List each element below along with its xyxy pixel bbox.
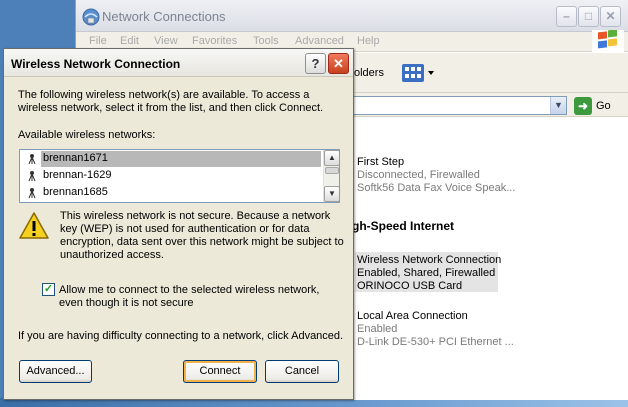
- close-button[interactable]: ✕: [600, 6, 621, 27]
- wireless-antenna-icon: [28, 171, 36, 182]
- scroll-thumb[interactable]: [325, 167, 339, 174]
- allow-connect-line-2[interactable]: even though it is not secure: [59, 297, 194, 310]
- wireless-antenna-icon: [28, 154, 36, 165]
- network-name: brennan-1629: [43, 169, 112, 181]
- conn-lan-status: Enabled: [357, 323, 398, 335]
- go-arrow-icon[interactable]: ➜: [574, 97, 592, 115]
- difficulty-text: If you are having difficulty connecting …: [18, 330, 344, 342]
- warning-line-3: encryption, data sent over this network …: [60, 236, 344, 248]
- group-heading: gh-Speed Internet: [352, 219, 455, 233]
- available-networks-label: Available wireless networks:: [18, 129, 156, 141]
- network-item[interactable]: brennan1685: [22, 185, 323, 201]
- menu-file[interactable]: File: [89, 35, 107, 47]
- address-dropdown-icon[interactable]: ▼: [550, 97, 566, 114]
- warning-line-2: key (WEP) is not used for authentication…: [60, 223, 310, 235]
- network-item[interactable]: brennan1671: [22, 151, 323, 167]
- advanced-button[interactable]: Advanced...: [19, 360, 92, 383]
- conn-wireless-title: Wireless Network Connection: [357, 254, 502, 266]
- help-button[interactable]: ?: [305, 53, 326, 74]
- network-name: brennan1685: [43, 186, 108, 198]
- warning-line-1: This wireless network is not secure. Bec…: [60, 210, 331, 222]
- nc-window-title: Network Connections: [102, 9, 226, 24]
- network-list-scrollbar[interactable]: ▲ ▼: [323, 150, 339, 202]
- conn-lan-title[interactable]: Local Area Connection: [357, 310, 468, 322]
- network-item[interactable]: brennan-1629: [22, 168, 323, 184]
- views-icon[interactable]: [400, 62, 436, 84]
- dialog-titlebar: Wireless Network Connection ? ✕: [4, 49, 353, 77]
- wireless-connection-dialog: Wireless Network Connection ? ✕ The foll…: [3, 48, 354, 400]
- checkmark-icon: ✓: [43, 283, 54, 295]
- folders-button-label[interactable]: olders: [354, 67, 384, 79]
- network-connections-icon: [82, 8, 100, 26]
- warning-icon: [19, 212, 49, 239]
- warning-line-4: unauthorized access.: [60, 249, 164, 261]
- menu-favorites[interactable]: Favorites: [192, 35, 237, 47]
- conn-lan-device: D-Link DE-530+ PCI Ethernet ...: [357, 336, 514, 348]
- network-name: brennan1671: [41, 151, 321, 167]
- intro-line-1: The following wireless network(s) are av…: [18, 89, 310, 101]
- allow-connect-checkbox[interactable]: ✓: [42, 283, 55, 296]
- menu-advanced[interactable]: Advanced: [295, 35, 344, 47]
- dialog-title: Wireless Network Connection: [11, 57, 181, 71]
- menu-edit[interactable]: Edit: [120, 35, 139, 47]
- minimize-button[interactable]: –: [556, 6, 577, 27]
- menu-help[interactable]: Help: [357, 35, 380, 47]
- menu-tools[interactable]: Tools: [253, 35, 279, 47]
- connect-button[interactable]: Connect: [183, 360, 257, 383]
- cancel-button[interactable]: Cancel: [265, 360, 339, 383]
- network-list[interactable]: brennan1671 brennan-1629 brennan1685 ▲ ▼: [19, 149, 340, 203]
- address-field[interactable]: [325, 96, 567, 115]
- conn-wireless-status: Enabled, Shared, Firewalled: [357, 267, 496, 279]
- dialog-close-button[interactable]: ✕: [328, 53, 349, 74]
- conn-first-step-title[interactable]: First Step: [357, 156, 404, 168]
- nc-titlebar: Network Connections – □ ✕: [76, 0, 628, 32]
- go-label[interactable]: Go: [596, 100, 611, 112]
- conn-wireless-device: ORINOCO USB Card: [357, 280, 463, 292]
- wireless-antenna-icon: [28, 188, 36, 199]
- intro-line-2: wireless network, select it from the lis…: [18, 102, 324, 114]
- allow-connect-line-1[interactable]: Allow me to connect to the selected wire…: [59, 284, 319, 297]
- scroll-up-icon[interactable]: ▲: [324, 150, 339, 166]
- scroll-down-icon[interactable]: ▼: [324, 186, 339, 202]
- menu-view[interactable]: View: [154, 35, 178, 47]
- conn-first-step-device: Softk56 Data Fax Voice Speak...: [357, 182, 516, 194]
- windows-flag-icon: [592, 30, 624, 52]
- maximize-button[interactable]: □: [578, 6, 599, 27]
- conn-first-step-status: Disconnected, Firewalled: [357, 169, 480, 181]
